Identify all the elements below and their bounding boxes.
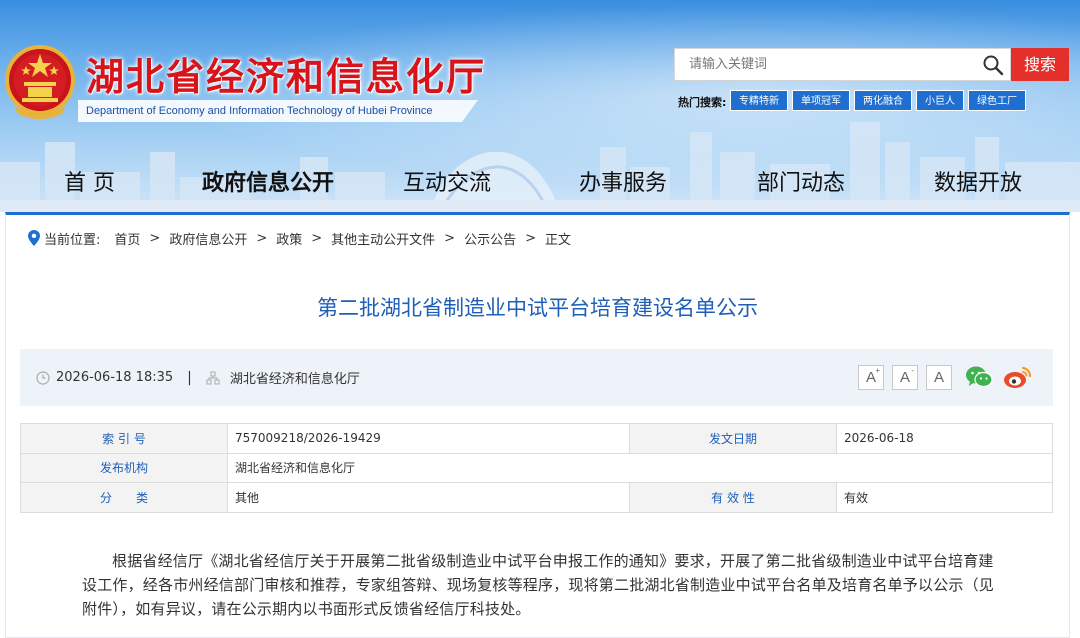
- font-size-controls: A + A- A: [858, 365, 952, 390]
- breadcrumb-prefix: 当前位置:: [44, 232, 101, 248]
- date-label: 发文日期: [629, 423, 837, 454]
- date-value: 2026-06-18: [836, 423, 1053, 454]
- breadcrumb-separator: >: [311, 230, 323, 246]
- article-body: 根据省经信厅《湖北省经信厅关于开展第二批省级制造业中试平台申报工作的通知》要求，…: [82, 552, 995, 618]
- font-size-small-label: A: [899, 369, 910, 386]
- nav-item-news[interactable]: 部门动态: [757, 164, 845, 204]
- nav-item-home[interactable]: 首 页: [64, 164, 115, 204]
- nav-item-services[interactable]: 办事服务: [579, 164, 667, 204]
- nav-item-open-data[interactable]: 数据开放: [934, 164, 1022, 204]
- breadcrumb-separator: >: [525, 230, 536, 246]
- search-input[interactable]: [675, 49, 965, 80]
- clock-icon: [36, 370, 50, 385]
- font-size-default-button[interactable]: A: [926, 365, 952, 390]
- publish-source: 湖北省经济和信息化厅: [229, 372, 360, 387]
- font-size-small-button[interactable]: A-: [892, 365, 918, 390]
- hot-tag-item[interactable]: 绿色工厂: [968, 90, 1026, 111]
- meta-info: 2026-06-18 18:35 | 湖北省经济和信息化厅: [36, 349, 360, 406]
- breadcrumb-separator: >: [256, 230, 268, 246]
- nav-item-interaction[interactable]: 互动交流: [403, 164, 491, 204]
- publish-datetime: 2026-06-18 18:35: [56, 370, 174, 385]
- meta-divider: |: [187, 369, 192, 386]
- article-title: 第二批湖北省制造业中试平台培育建设名单公示: [317, 296, 758, 320]
- font-size-large-button[interactable]: A +: [858, 365, 884, 390]
- table-row: 发布机构 湖北省经济和信息化厅: [20, 452, 1053, 483]
- main-nav: 首 页 政府信息公开 互动交流 办事服务 部门动态 数据开放: [0, 164, 1080, 204]
- hot-tag-item[interactable]: 专精特新: [730, 90, 788, 111]
- category-label: 分 类: [20, 482, 228, 513]
- breadcrumb-item[interactable]: 首页: [114, 229, 140, 248]
- hot-search-tags: 专精特新 单项冠军 两化融合 小巨人 绿色工厂: [730, 90, 1026, 111]
- breadcrumb-item[interactable]: 公示公告: [464, 229, 516, 248]
- article-meta-bar: 2026-06-18 18:35 | 湖北省经济和信息化厅 A + A- A: [20, 349, 1053, 406]
- table-row: 分 类 其他 有 效 性 有效: [20, 482, 1053, 513]
- breadcrumb-separator: >: [444, 230, 456, 246]
- site-title: 湖北省经济和信息化厅: [86, 55, 487, 99]
- nav-item-gov-info[interactable]: 政府信息公开: [202, 164, 334, 204]
- breadcrumb: 当前位置: 首页 > 政府信息公开 > 政策 > 其他主动公开文件 > 公示公告…: [28, 229, 572, 248]
- index-value: 757009218/2026-19429: [227, 423, 630, 454]
- search-icon[interactable]: [982, 54, 1004, 76]
- hot-tag-item[interactable]: 小巨人: [916, 90, 964, 111]
- hot-tag-item[interactable]: 两化融合: [854, 90, 912, 111]
- site-subtitle: Department of Economy and Information Te…: [78, 100, 478, 122]
- breadcrumb-item[interactable]: 政策: [276, 229, 302, 248]
- index-label: 索 引 号: [20, 423, 228, 454]
- search-box: [674, 48, 1011, 81]
- font-size-default-label: A: [933, 369, 944, 386]
- breadcrumb-item-current: 正文: [545, 232, 572, 248]
- validity-label: 有 效 性: [629, 482, 837, 513]
- hot-tag-item[interactable]: 单项冠军: [792, 90, 850, 111]
- wechat-icon[interactable]: [965, 365, 993, 389]
- breadcrumb-item[interactable]: 其他主动公开文件: [331, 229, 435, 248]
- category-value: 其他: [227, 482, 630, 513]
- org-value: 湖北省经济和信息化厅: [227, 452, 1053, 483]
- search-button[interactable]: 搜索: [1011, 48, 1069, 81]
- org-label: 发布机构: [20, 452, 228, 483]
- header-banner: 湖北省经济和信息化厅 Department of Economy and Inf…: [0, 0, 1080, 212]
- weibo-icon[interactable]: [1003, 364, 1033, 390]
- breadcrumb-item[interactable]: 政府信息公开: [169, 229, 247, 248]
- article-info-table: 索 引 号 757009218/2026-19429 发文日期 2026-06-…: [20, 423, 1053, 513]
- breadcrumb-separator: >: [149, 230, 161, 246]
- organization-icon: [206, 371, 220, 384]
- validity-value: 有效: [836, 482, 1053, 513]
- location-pin-icon: [28, 230, 40, 246]
- hot-search-label: 热门搜索:: [678, 96, 727, 109]
- table-row: 索 引 号 757009218/2026-19429 发文日期 2026-06-…: [20, 423, 1053, 454]
- national-emblem-icon: [5, 45, 75, 119]
